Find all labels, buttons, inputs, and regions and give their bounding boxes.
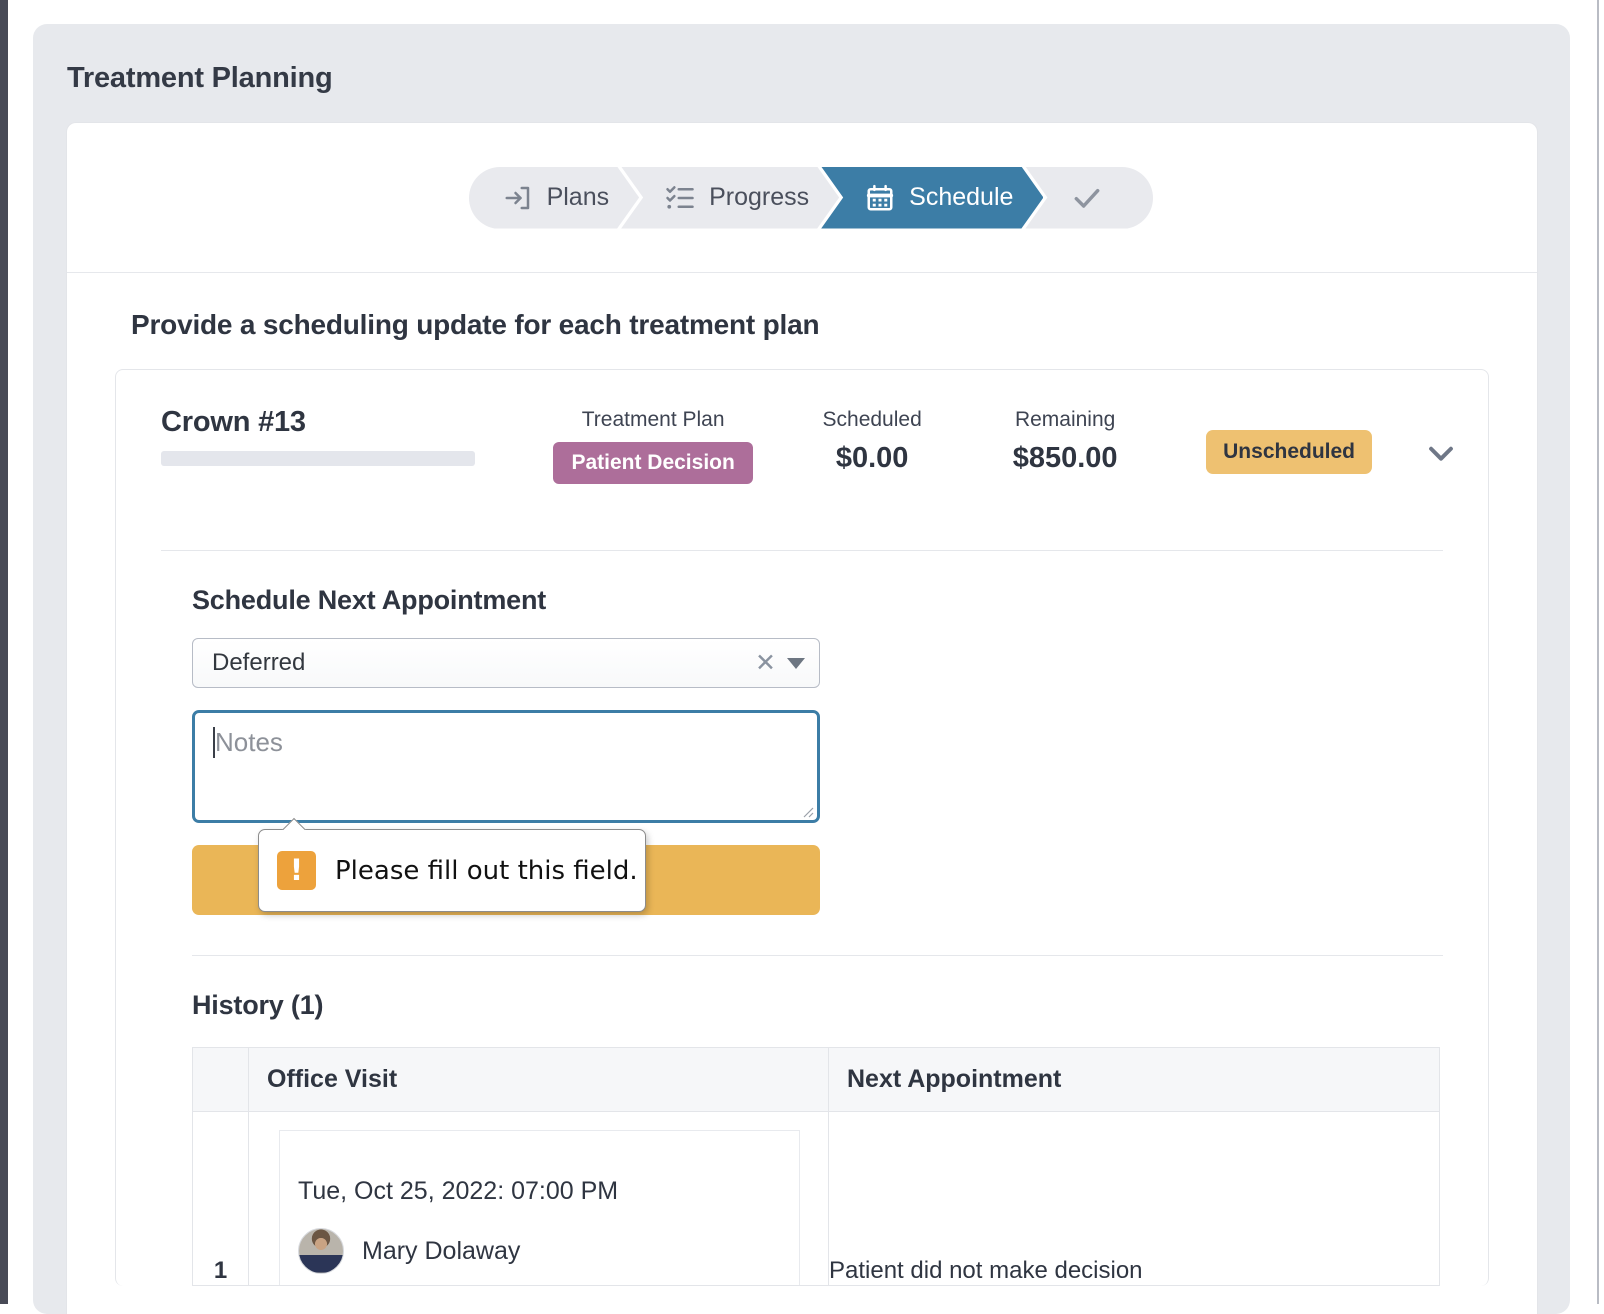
plan-meta: Treatment Plan Patient Decision Schedule… — [524, 402, 1458, 484]
step-complete[interactable] — [1025, 166, 1154, 229]
sign-in-icon — [503, 183, 533, 213]
plan-header: Crown #13 Treatment Plan Patient Decisio… — [116, 370, 1488, 528]
window-right-edge — [1597, 0, 1599, 1304]
treatment-plan-block: Treatment Plan Patient Decision — [524, 408, 782, 484]
check-icon — [1071, 182, 1103, 214]
schedule-next-appointment-title: Schedule Next Appointment — [192, 585, 547, 615]
plan-name: Crown #13 — [161, 406, 306, 438]
treatment-plan-card: Crown #13 Treatment Plan Patient Decisio… — [115, 369, 1489, 1286]
step-schedule[interactable]: Schedule — [821, 167, 1043, 229]
office-visit-header: Office Visit — [248, 1047, 829, 1112]
provider-name: Mary Dolaway — [362, 1236, 521, 1265]
visit-provider: Mary Dolaway — [298, 1228, 799, 1274]
stepper-container: Plans Progress Schedule — [67, 123, 1537, 273]
window-left-edge — [0, 0, 8, 1304]
visit-date: Tue, Oct 25, 2022: 07:00 PM — [298, 1177, 619, 1205]
remaining-label: Remaining — [1014, 408, 1116, 431]
treatment-planning-panel: Treatment Planning Plans Progress Schedu… — [33, 24, 1570, 1314]
remaining-block: Remaining $850.00 — [962, 408, 1168, 475]
chevron-down-icon[interactable] — [1424, 436, 1458, 475]
plan-subtitle-placeholder — [161, 451, 475, 466]
resize-handle-icon[interactable] — [798, 802, 814, 818]
page-title: Treatment Planning — [67, 62, 333, 94]
checklist-icon — [665, 183, 695, 213]
scheduled-label: Scheduled — [822, 408, 922, 431]
section-heading: Provide a scheduling update for each tre… — [131, 309, 820, 340]
step-progress-label: Progress — [709, 183, 810, 211]
treatment-plan-label: Treatment Plan — [581, 408, 725, 431]
table-row: 1 Tue, Oct 25, 2022: 07:00 PM Mary Dolaw… — [192, 1111, 1440, 1286]
history-index-header — [192, 1047, 249, 1112]
office-visit-box: Tue, Oct 25, 2022: 07:00 PM Mary Dolaway — [279, 1130, 800, 1285]
next-appointment-header: Next Appointment — [828, 1047, 1440, 1112]
treatment-plan-badge: Patient Decision — [553, 442, 753, 484]
step-plans-label: Plans — [546, 183, 610, 211]
history-table: Office Visit Next Appointment 1 Tue, Oct… — [192, 1047, 1440, 1286]
step-progress[interactable]: Progress — [621, 167, 839, 229]
next-appointment-cell: Patient did not make decision — [828, 1111, 1440, 1286]
notes-placeholder: Notes — [215, 727, 283, 757]
next-appointment-select[interactable]: Deferred ✕ — [192, 638, 820, 688]
scheduled-block: Scheduled $0.00 — [782, 408, 962, 475]
step-schedule-label: Schedule — [909, 183, 1014, 211]
row-index: 1 — [192, 1111, 249, 1286]
status-badge: Unscheduled — [1206, 430, 1372, 474]
avatar — [298, 1228, 344, 1274]
remaining-value: $850.00 — [1012, 442, 1118, 474]
calendar-icon — [865, 183, 895, 213]
stepper: Plans Progress Schedule — [469, 166, 1154, 229]
close-icon[interactable]: ✕ — [755, 650, 787, 676]
tooltip-arrow — [281, 817, 307, 830]
next-appointment-select-value: Deferred — [212, 649, 306, 676]
office-visit-cell: Tue, Oct 25, 2022: 07:00 PM Mary Dolaway — [248, 1111, 829, 1286]
scheduled-value: $0.00 — [835, 442, 909, 474]
warning-icon: ! — [277, 851, 316, 890]
validation-tooltip-message: Please fill out this field. — [335, 855, 638, 886]
validation-tooltip: ! Please fill out this field. — [258, 829, 646, 912]
step-plans[interactable]: Plans — [469, 167, 640, 229]
chevron-down-icon[interactable] — [787, 657, 805, 669]
history-title: History (1) — [192, 990, 324, 1020]
notes-input[interactable]: Notes — [192, 710, 820, 823]
content-card: Plans Progress Schedule Provide a schedu… — [66, 122, 1538, 1314]
history-table-header-row: Office Visit Next Appointment — [192, 1047, 1440, 1112]
plan-name-column: Crown #13 — [161, 402, 524, 466]
